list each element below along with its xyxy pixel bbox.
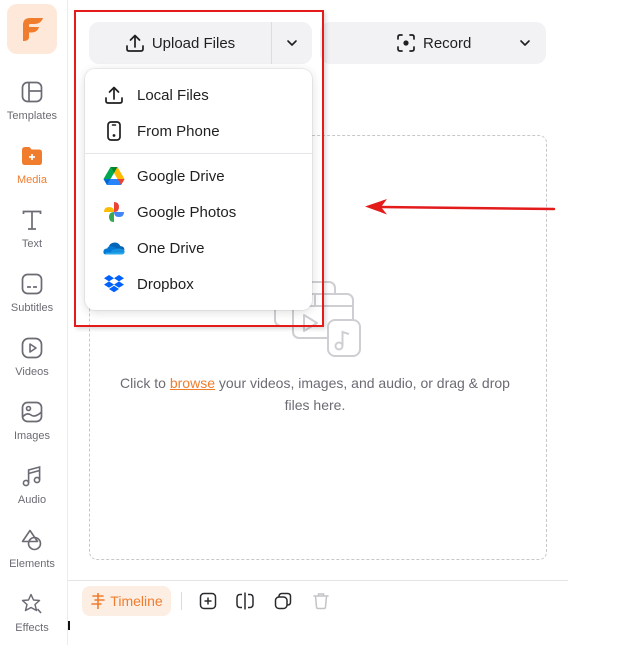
sidebar-item-label: Images xyxy=(13,430,51,442)
menu-item-google-drive[interactable]: Google Drive xyxy=(85,159,312,193)
sidebar: Templates Media Text Subtitles Videos Im… xyxy=(0,0,68,645)
upload-icon xyxy=(103,84,125,106)
menu-item-local-files[interactable]: Local Files xyxy=(85,78,312,112)
timeline-icon xyxy=(91,593,106,609)
record-icon xyxy=(397,34,415,52)
timeline-button[interactable]: Timeline xyxy=(82,586,171,616)
delete-button[interactable] xyxy=(311,591,331,611)
dropbox-icon xyxy=(103,273,125,295)
sidebar-item-elements[interactable]: Elements xyxy=(0,528,64,586)
sidebar-item-label: Audio xyxy=(17,494,47,506)
menu-divider xyxy=(85,153,312,154)
sidebar-item-label: Media xyxy=(17,174,47,186)
music-note-icon xyxy=(22,465,41,487)
phone-icon xyxy=(103,120,125,142)
upload-options-toggle[interactable] xyxy=(272,22,312,64)
upload-files-button[interactable]: Upload Files xyxy=(89,22,271,64)
text-icon xyxy=(22,210,42,230)
sidebar-item-audio[interactable]: Audio xyxy=(0,464,64,522)
sidebar-item-videos[interactable]: Videos xyxy=(0,336,64,394)
sidebar-item-label: Subtitles xyxy=(10,302,54,314)
drop-zone-instructions: Click to browse your videos, images, and… xyxy=(120,372,510,416)
record-split-button: Record xyxy=(320,22,546,64)
record-label: Record xyxy=(423,34,472,52)
logo-f-icon xyxy=(23,18,43,41)
trash-icon xyxy=(313,593,329,610)
upload-files-split-button: Upload Files xyxy=(89,22,312,64)
sidebar-item-label: Effects xyxy=(15,622,49,634)
chevron-down-icon xyxy=(520,40,530,46)
sidebar-item-images[interactable]: Images xyxy=(0,400,64,458)
upload-source-menu: Local Files From Phone Google Drive Goog… xyxy=(85,69,312,310)
menu-item-dropbox[interactable]: Dropbox xyxy=(85,267,312,301)
browse-link[interactable]: browse xyxy=(170,375,215,391)
google-drive-icon xyxy=(103,165,125,187)
sidebar-item-media[interactable]: Media xyxy=(0,144,64,202)
duplicate-button[interactable] xyxy=(273,591,293,611)
menu-item-label: Google Photos xyxy=(137,203,237,221)
split-button[interactable] xyxy=(235,591,255,611)
split-icon xyxy=(236,592,254,610)
app-logo[interactable] xyxy=(7,4,57,54)
sidebar-item-templates[interactable]: Templates xyxy=(0,80,64,138)
add-square-icon xyxy=(199,592,217,610)
menu-item-one-drive[interactable]: One Drive xyxy=(85,231,312,265)
menu-item-label: Local Files xyxy=(137,86,209,104)
sidebar-item-text[interactable]: Text xyxy=(0,208,64,266)
star-wand-icon xyxy=(21,593,42,614)
sidebar-item-label: Text xyxy=(21,238,43,250)
google-photos-icon xyxy=(103,201,125,223)
video-play-icon xyxy=(21,337,43,359)
shapes-icon xyxy=(21,529,42,551)
sidebar-item-subtitles[interactable]: Subtitles xyxy=(0,272,64,330)
image-icon xyxy=(21,401,43,423)
record-button[interactable]: Record xyxy=(396,22,471,64)
menu-item-label: From Phone xyxy=(137,122,220,140)
add-track-button[interactable] xyxy=(198,591,218,611)
menu-item-label: One Drive xyxy=(137,239,205,257)
sidebar-item-label: Templates xyxy=(6,110,58,122)
subtitles-icon xyxy=(21,273,43,295)
duplicate-icon xyxy=(274,592,292,610)
templates-icon xyxy=(21,81,43,103)
bottom-toolbar-divider xyxy=(68,580,568,581)
onedrive-icon xyxy=(103,237,125,259)
sidebar-item-label: Videos xyxy=(15,366,49,378)
record-options-toggle[interactable] xyxy=(514,22,536,64)
toolbar-separator xyxy=(181,592,182,610)
drop-text-suffix: your videos, images, and audio, or drag … xyxy=(214,375,510,413)
media-folder-icon xyxy=(22,147,42,165)
text-cursor xyxy=(68,621,70,630)
menu-item-label: Google Drive xyxy=(137,167,225,185)
menu-item-from-phone[interactable]: From Phone xyxy=(85,114,312,148)
upload-icon xyxy=(125,34,144,52)
menu-item-google-photos[interactable]: Google Photos xyxy=(85,195,312,229)
timeline-label: Timeline xyxy=(110,593,163,609)
upload-files-label: Upload Files xyxy=(151,34,236,52)
chevron-down-icon xyxy=(287,40,297,46)
sidebar-item-label: Elements xyxy=(9,558,55,570)
sidebar-item-effects[interactable]: Effects xyxy=(0,592,64,645)
drop-text-prefix: Click to xyxy=(120,375,170,391)
menu-item-label: Dropbox xyxy=(137,275,194,293)
